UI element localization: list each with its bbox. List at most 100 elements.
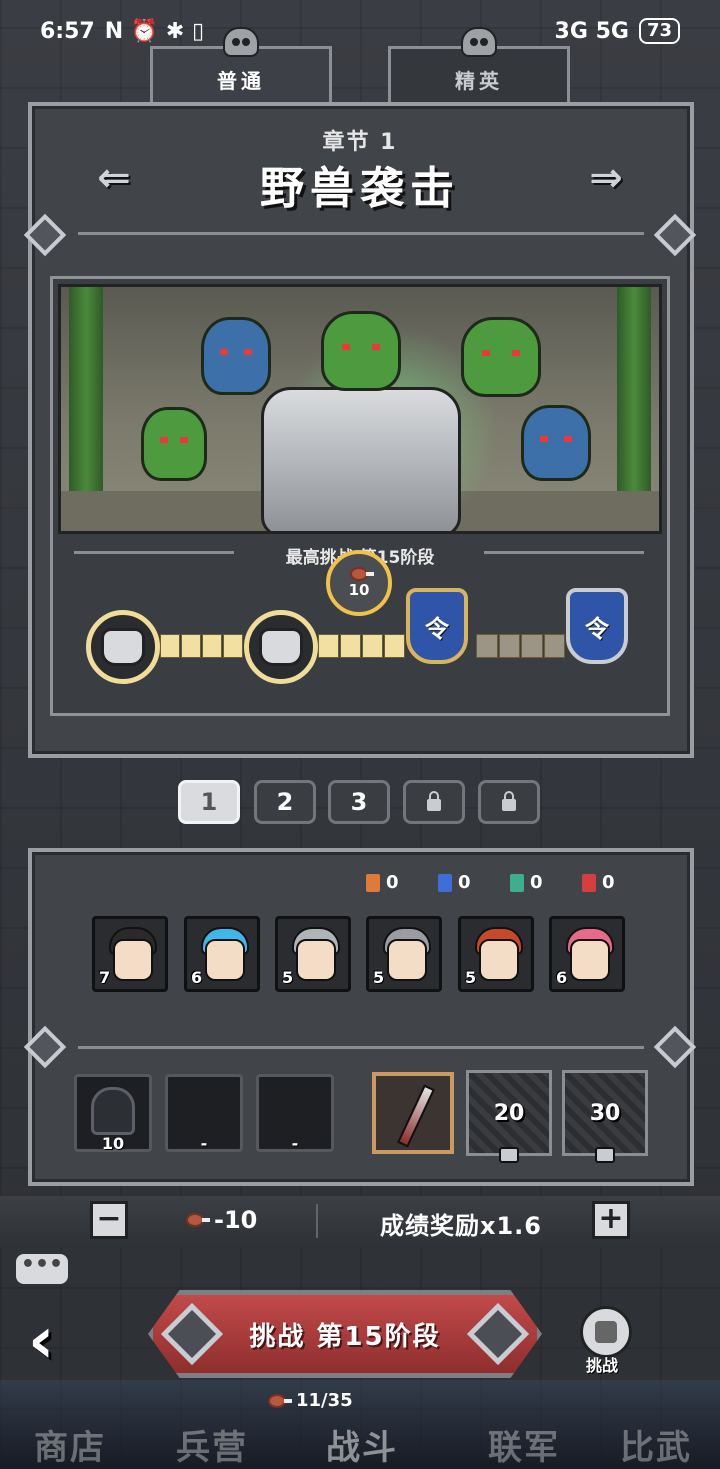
team-page-2[interactable]: 2 [254, 780, 316, 824]
prev-chapter-arrow-icon[interactable]: ⇐ [88, 158, 140, 198]
helmet-equipment-slot[interactable]: 10 [74, 1074, 152, 1153]
team-page-locked[interactable] [478, 780, 540, 824]
nav-arena[interactable]: 比武 [620, 1420, 692, 1469]
stat-teal: 0 [510, 872, 543, 893]
progress-segment [521, 634, 543, 658]
lock-icon [502, 791, 516, 811]
hero-level: 6 [191, 968, 203, 987]
hero-slot[interactable]: 6 [184, 916, 260, 992]
tab-elite-label: 精英 [455, 69, 503, 93]
chat-button[interactable]: ••• [16, 1254, 68, 1284]
armored-boss [261, 387, 461, 531]
progress-segment [202, 634, 222, 658]
reward-amount: 10 [348, 581, 370, 599]
current-reward-bubble[interactable]: 10 [326, 550, 392, 616]
milestone-banner[interactable]: 令 [566, 588, 628, 664]
meat-icon [350, 567, 374, 581]
divider [78, 1046, 644, 1049]
team-page-3[interactable]: 3 [328, 780, 390, 824]
meat-cost-value: -10 [214, 1206, 258, 1234]
nav-battle[interactable]: 战斗 [326, 1420, 398, 1469]
stat-value: 0 [530, 872, 543, 893]
tab-normal-label: 普通 [217, 69, 265, 93]
team-page-1[interactable]: 1 [178, 780, 240, 824]
lock-icon [427, 791, 441, 811]
unlock-level: 20 [493, 1100, 525, 1126]
lock-icon [499, 1147, 519, 1163]
progress-segment [498, 634, 520, 658]
hero-slot[interactable]: 5 [275, 916, 351, 992]
progress-segment [223, 634, 243, 658]
battery-indicator: 73 [638, 18, 680, 44]
status-icons: N ⏰ ✱ ▯ [104, 18, 205, 44]
hero-level: 5 [465, 968, 477, 987]
teal-flag-icon [510, 873, 524, 892]
hero-slot[interactable]: 5 [366, 916, 442, 992]
milestone-fist-node[interactable] [244, 610, 318, 684]
hero-slot[interactable]: 7 [92, 916, 168, 992]
progress-segment [340, 634, 361, 658]
empty-equipment-slot[interactable]: - [165, 1074, 243, 1153]
lock-icon [595, 1147, 615, 1163]
progress-segment [476, 634, 498, 658]
hero-slot[interactable]: 6 [549, 916, 625, 992]
nav-shop[interactable]: 商店 [34, 1420, 106, 1469]
goblin-shaman-enemy [201, 317, 271, 395]
increase-button[interactable]: + [592, 1201, 630, 1239]
blue-flag-icon [438, 873, 452, 892]
quick-challenge-fist-icon[interactable] [580, 1306, 632, 1358]
slot-caption: - [200, 1134, 208, 1153]
energy-value: 11/35 [296, 1390, 353, 1411]
slot-caption: 10 [101, 1134, 125, 1153]
goblin-rogue-enemy [521, 405, 591, 481]
status-bar: 6:57 N ⏰ ✱ ▯ 3G 5G 73 [0, 0, 720, 62]
decrease-button[interactable]: − [90, 1201, 128, 1239]
network-indicator: 3G 5G [554, 18, 629, 44]
status-time: 6:57 [40, 18, 95, 44]
empty-equipment-slot[interactable]: - [256, 1074, 334, 1153]
stat-red: 0 [582, 872, 615, 893]
nav-alliance[interactable]: 联军 [488, 1420, 560, 1469]
stat-blue: 0 [438, 872, 471, 893]
energy-counter: 11/35 [268, 1390, 353, 1411]
sword-skill-slot[interactable] [372, 1072, 454, 1154]
progress-segment [384, 634, 405, 658]
hero-slot[interactable]: 5 [458, 916, 534, 992]
sword-icon [397, 1084, 435, 1148]
helmet-icon [91, 1087, 135, 1135]
goblin-warrior-enemy [461, 317, 541, 397]
hero-level: 5 [282, 968, 294, 987]
locked-skill-slot[interactable]: 30 [562, 1070, 648, 1163]
score-bonus: 成绩奖励x1.6 [380, 1212, 542, 1240]
unlock-level: 30 [589, 1100, 621, 1126]
meat-icon [268, 1393, 292, 1408]
progress-segment [318, 634, 339, 658]
nav-barracks[interactable]: 兵营 [176, 1420, 248, 1469]
boss-battle-illustration [58, 284, 662, 534]
challenge-label: 挑战 第15阶段 [249, 1321, 441, 1352]
fist-icon [101, 628, 145, 666]
hero-level: 7 [99, 968, 111, 987]
divider [316, 1204, 318, 1238]
progress-segment [160, 634, 180, 658]
progress-segment [543, 634, 565, 658]
next-chapter-arrow-icon[interactable]: ⇒ [580, 158, 632, 198]
stat-value: 0 [458, 872, 471, 893]
divider [78, 232, 644, 235]
progress-segment [181, 634, 201, 658]
team-page-locked[interactable] [403, 780, 465, 824]
boss-rider [321, 311, 401, 391]
hero-level: 6 [556, 968, 568, 987]
stat-value: 0 [602, 872, 615, 893]
fist-icon [259, 628, 303, 666]
stat-orange: 0 [366, 872, 399, 893]
progress-segment [362, 634, 383, 658]
stat-value: 0 [386, 872, 399, 893]
meat-cost: -10 [186, 1206, 257, 1234]
back-arrow-icon[interactable]: ‹ [28, 1304, 54, 1378]
meat-icon [186, 1213, 210, 1227]
milestone-fist-node[interactable] [86, 610, 160, 684]
locked-skill-slot[interactable]: 20 [466, 1070, 552, 1163]
orange-flag-icon [366, 873, 380, 892]
milestone-banner[interactable]: 令 [406, 588, 468, 664]
